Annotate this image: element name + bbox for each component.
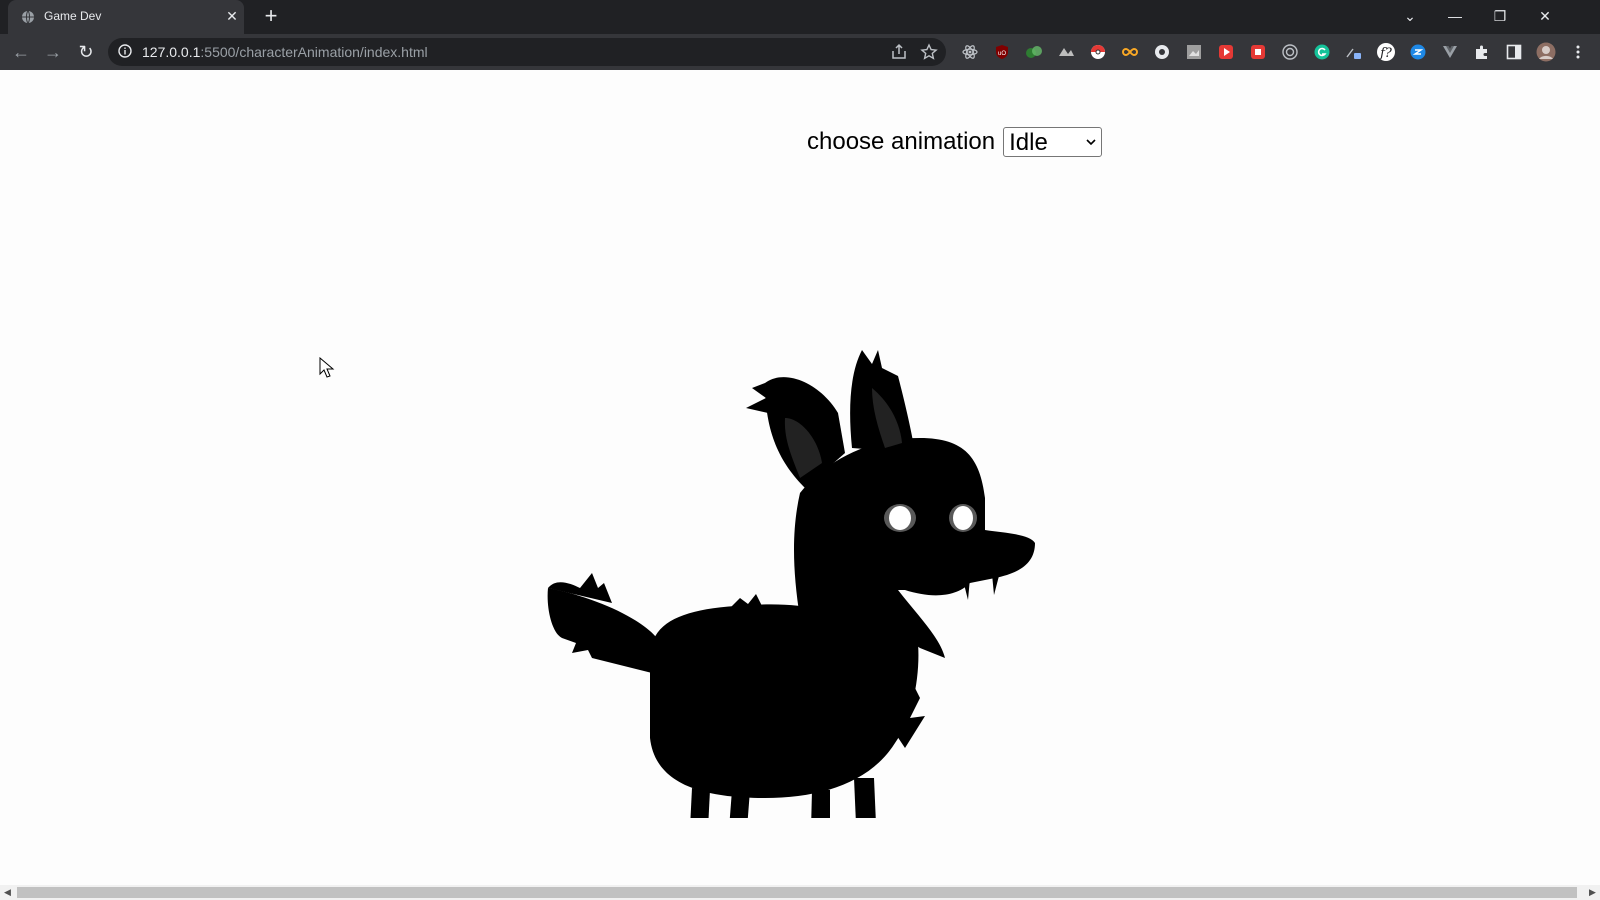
profile-avatar[interactable] [1536, 42, 1556, 62]
font-ninja-icon[interactable]: f? [1376, 42, 1396, 62]
scroll-left-icon[interactable]: ◀ [0, 885, 15, 900]
svg-text:f?: f? [1379, 46, 1393, 61]
forward-button[interactable]: → [41, 40, 65, 64]
globe-icon [22, 10, 34, 24]
browser-tab-bar: Game Dev ✕ + ⌄ — ❐ ✕ [0, 0, 1600, 34]
tab-close-icon[interactable]: ✕ [224, 8, 240, 24]
scroll-right-icon[interactable]: ▶ [1585, 885, 1600, 900]
url-host: 127.0.0.1 [142, 44, 201, 60]
react-devtools-icon[interactable] [960, 42, 980, 62]
blue-ext-icon[interactable] [1408, 42, 1428, 62]
sketch-icon[interactable] [1056, 42, 1076, 62]
reload-button[interactable]: ↻ [74, 40, 98, 64]
address-bar[interactable]: 127.0.0.1:5500/characterAnimation/index.… [108, 38, 946, 66]
scrollbar-thumb[interactable] [17, 887, 1577, 898]
red-play-icon[interactable] [1216, 42, 1236, 62]
info-icon[interactable] [118, 44, 132, 58]
wand-ext-icon[interactable] [1344, 42, 1364, 62]
bookmark-star-icon[interactable] [920, 43, 938, 61]
share-icon[interactable] [890, 43, 908, 61]
browser-toolbar: ← → ↻ 127.0.0.1:5500/characterAnimation/… [0, 34, 1600, 70]
url-path: :5500/characterAnimation/index.html [200, 44, 428, 60]
close-window-button[interactable]: ✕ [1533, 4, 1557, 28]
target-icon[interactable] [1280, 42, 1300, 62]
minimize-button[interactable]: — [1443, 4, 1467, 28]
back-button[interactable]: ← [9, 40, 33, 64]
infinity-icon[interactable] [1120, 42, 1140, 62]
url-text[interactable]: 127.0.0.1:5500/characterAnimation/index.… [142, 44, 428, 60]
choose-animation-label: choose animation [807, 128, 996, 155]
ublock-icon[interactable]: uO [992, 42, 1012, 62]
image-ext-icon[interactable] [1184, 42, 1204, 62]
puzzle-icon[interactable] [1472, 42, 1492, 62]
animation-select-value: Idle [1009, 129, 1048, 156]
chevron-down-icon [1086, 139, 1096, 146]
animation-canvas [547, 350, 1035, 818]
animation-controls: choose animation Idle [807, 126, 1103, 158]
menu-kebab-icon[interactable] [1568, 42, 1588, 62]
circle-ext-icon[interactable] [1152, 42, 1172, 62]
red-square-icon[interactable] [1248, 42, 1268, 62]
restore-button[interactable]: ❐ [1488, 4, 1512, 28]
svg-text:uO: uO [998, 51, 1006, 57]
sidepanel-icon[interactable] [1504, 42, 1524, 62]
tab-game-dev[interactable]: Game Dev ✕ [8, 0, 244, 34]
new-tab-button[interactable]: + [260, 5, 282, 28]
page-content: choose animation Idle [0, 70, 1600, 885]
mouse-cursor-icon [319, 357, 335, 378]
tab-search-icon[interactable]: ⌄ [1398, 4, 1422, 28]
tab-title: Game Dev [44, 9, 102, 23]
animation-select[interactable]: Idle [1003, 127, 1103, 157]
grammarly-icon[interactable] [1312, 42, 1332, 62]
horizontal-scrollbar[interactable]: ◀ ▶ [0, 885, 1600, 900]
pokeball-icon[interactable] [1088, 42, 1108, 62]
vue-devtools-icon[interactable] [1440, 42, 1460, 62]
color-picker-icon[interactable] [1024, 42, 1044, 62]
